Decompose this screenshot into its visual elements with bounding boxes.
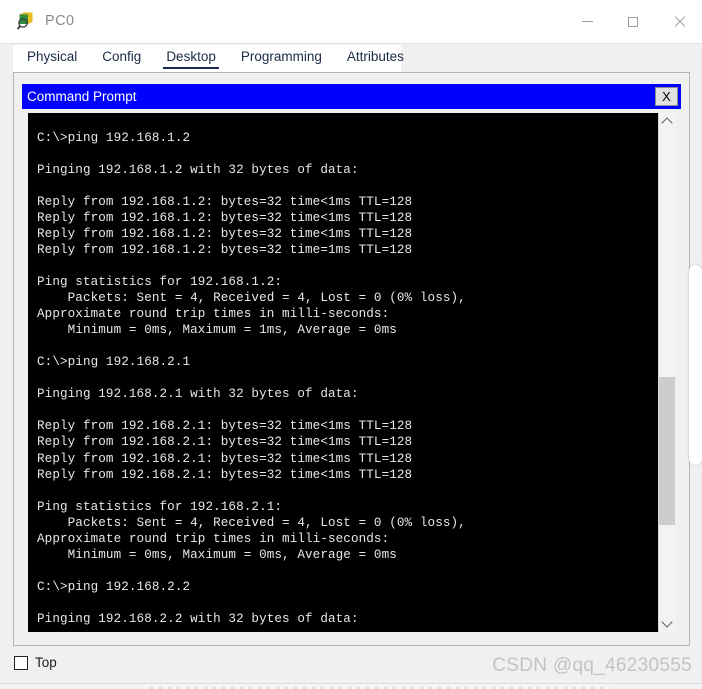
terminal-output: C:\>ping 192.168.1.2 Pinging 192.168.1.2… <box>37 130 466 626</box>
minimize-icon <box>581 21 593 22</box>
terminal[interactable]: C:\>ping 192.168.1.2 Pinging 192.168.1.2… <box>28 113 675 632</box>
tab-desktop[interactable]: Desktop <box>163 45 219 69</box>
desktop-panel: Command Prompt X C:\>ping 192.168.1.2 Pi… <box>13 72 690 646</box>
tab-config[interactable]: Config <box>102 45 141 69</box>
scroll-down-arrow-icon[interactable] <box>659 615 675 632</box>
terminal-scrollbar[interactable] <box>658 113 675 632</box>
command-prompt-titlebar: Command Prompt X <box>22 84 681 109</box>
window-title-group: PC0 <box>16 11 74 31</box>
top-checkbox-label: Top <box>35 655 57 670</box>
packet-tracer-pc-icon <box>16 11 36 31</box>
command-prompt-close-button[interactable]: X <box>655 87 678 106</box>
scrollbar-thumb[interactable] <box>659 377 675 525</box>
window-titlebar: PC0 <box>0 0 702 44</box>
tab-programming[interactable]: Programming <box>241 45 322 69</box>
maximize-button[interactable] <box>610 0 656 43</box>
scroll-up-arrow-icon[interactable] <box>659 113 675 130</box>
window-title: PC0 <box>45 13 75 29</box>
top-checkbox[interactable]: Top <box>14 655 57 670</box>
page-scrollbar[interactable] <box>689 265 702 465</box>
close-button[interactable] <box>656 0 702 43</box>
watermark: CSDN @qq_46230555 <box>492 655 692 676</box>
close-icon <box>673 16 685 28</box>
tab-bar: Physical Config Desktop Programming Attr… <box>13 45 404 72</box>
maximize-icon <box>628 16 638 27</box>
tab-attributes[interactable]: Attributes <box>347 45 404 69</box>
command-prompt-window: Command Prompt X C:\>ping 192.168.1.2 Pi… <box>22 84 681 637</box>
window-controls <box>564 0 702 43</box>
pc0-window: PC0 Physical Config Desktop Programming … <box>0 0 702 683</box>
command-prompt-title: Command Prompt <box>27 89 137 104</box>
background-content-strip <box>0 683 702 689</box>
checkbox-box-icon[interactable] <box>14 655 28 670</box>
tab-physical[interactable]: Physical <box>27 45 77 69</box>
minimize-button[interactable] <box>564 0 610 43</box>
